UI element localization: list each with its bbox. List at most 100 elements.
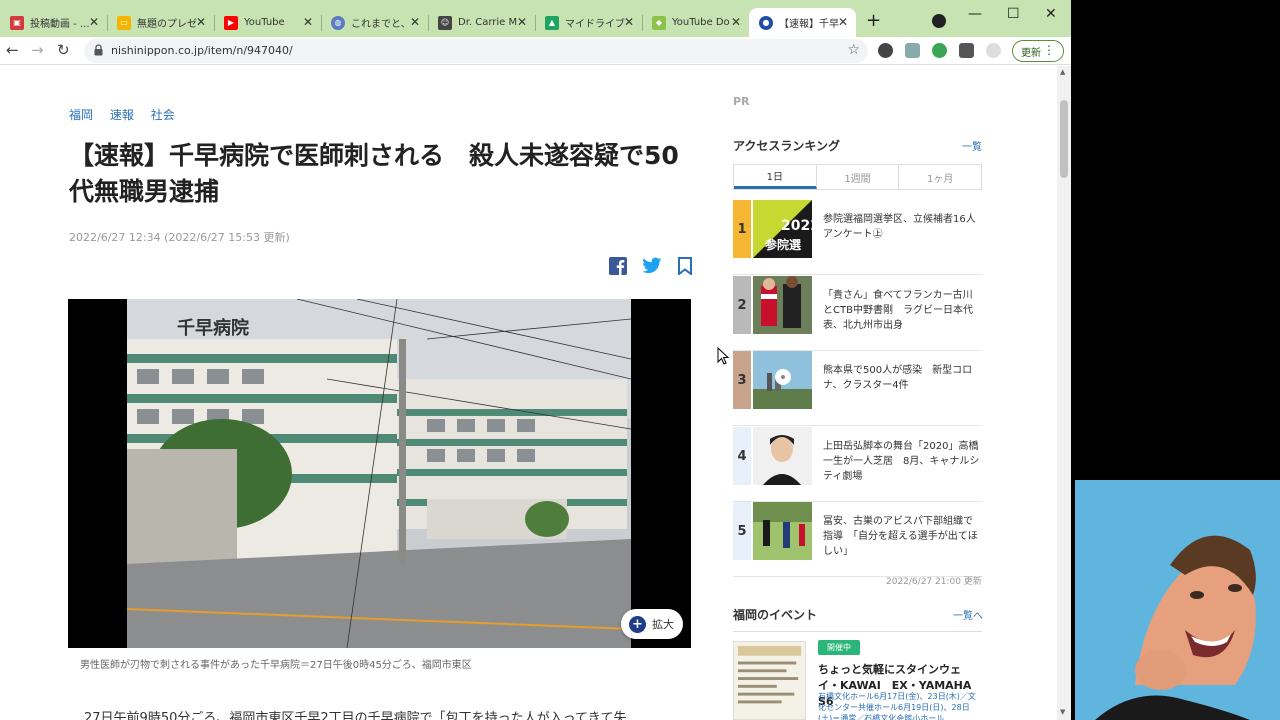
- close-icon[interactable]: ✕: [517, 15, 527, 29]
- tab-7[interactable]: ◆ YouTube Do ✕: [642, 8, 749, 37]
- lock-icon: [94, 44, 103, 56]
- tab-5[interactable]: ☺ Dr. Carrie M ✕: [428, 8, 535, 37]
- scroll-down-icon[interactable]: ▼: [1060, 708, 1065, 716]
- ranking-tab-day[interactable]: 1日: [734, 165, 817, 189]
- ranking-thumbnail: [753, 427, 812, 485]
- reload-icon[interactable]: ↻: [57, 41, 70, 59]
- slides-favicon-icon: ▭: [117, 15, 131, 30]
- rank-number: 3: [733, 351, 751, 409]
- ranking-item[interactable]: 2 「貴さん」食べてフランカー古川とCTB中野書剛 ラグビー日本代表、北九州市出…: [733, 276, 982, 351]
- ranking-item[interactable]: 5 冨安、古巣のアビスパ下部組織で指導 「自分を超える選手が出てほしい」: [733, 502, 982, 577]
- tab-2[interactable]: ▭ 無題のプレゼ ✕: [107, 8, 214, 37]
- close-icon[interactable]: ✕: [196, 15, 206, 29]
- article-photo[interactable]: 千早病院: [68, 299, 691, 648]
- close-icon[interactable]: ✕: [303, 15, 313, 29]
- scrollbar[interactable]: ▲ ▼: [1057, 66, 1071, 720]
- close-icon[interactable]: ✕: [731, 15, 741, 29]
- category-link[interactable]: 社会: [151, 108, 175, 122]
- back-icon[interactable]: ←: [6, 41, 19, 59]
- ranking-headline: 上田岳弘脚本の舞台「2020」高橋一生が一人芝居 8月、キャナルシティ劇場: [823, 441, 980, 482]
- event-thumbnail[interactable]: [733, 641, 806, 720]
- event-status-badge: 開催中: [818, 640, 860, 655]
- close-icon[interactable]: ✕: [838, 15, 848, 29]
- ranking-more-link[interactable]: 一覧: [962, 138, 982, 153]
- category-links: 福岡 速報 社会: [69, 106, 188, 123]
- scroll-up-icon[interactable]: ▲: [1060, 68, 1065, 76]
- update-label: 更新: [1021, 47, 1041, 59]
- avatar-favicon-icon: ☺: [438, 15, 452, 30]
- events-more-link[interactable]: 一覧へ: [953, 607, 983, 622]
- drive-favicon-icon: ▲: [545, 15, 559, 30]
- ranking-item[interactable]: 1 2022 参院選 参院選福岡選挙区、立候補者16人アンケート㊤: [733, 200, 982, 275]
- extension-1-icon[interactable]: [878, 43, 893, 58]
- ranking-item[interactable]: 3 熊本県で500人が感染 新型コロナ、クラスター4件: [733, 351, 982, 426]
- tab-4[interactable]: ◍ これまでと、そ ✕: [321, 8, 428, 37]
- maximize-icon[interactable]: ☐: [1007, 6, 1020, 22]
- address-bar[interactable]: nishinippon.co.jp/item/n/947040/ ☆: [84, 39, 868, 63]
- twitter-icon[interactable]: [642, 257, 662, 275]
- close-icon[interactable]: ✕: [89, 15, 99, 29]
- tab-1[interactable]: ▣ 投稿動画 - ... ✕: [0, 8, 107, 37]
- bookmark-star-icon[interactable]: ☆: [847, 42, 860, 58]
- tab-6[interactable]: ▲ マイドライブ - ✕: [535, 8, 642, 37]
- tab-label: 無題のプレゼ: [137, 19, 197, 30]
- tab-3[interactable]: ▶ YouTube ✕: [214, 8, 321, 37]
- article-headline: 【速報】千早病院で医師刺される 殺人未遂容疑で50代無職男逮捕: [69, 141, 679, 206]
- tab-label: これまでと、そ: [351, 19, 411, 30]
- rank-number: 2: [733, 276, 751, 334]
- ranking-headline: 熊本県で500人が感染 新型コロナ、クラスター4件: [823, 365, 973, 391]
- tab-label: 【速報】千早: [779, 19, 839, 30]
- facebook-icon[interactable]: [609, 257, 627, 275]
- ranking-thumbnail: [753, 502, 812, 560]
- rank-number: 4: [733, 427, 751, 485]
- profile-avatar-icon[interactable]: [986, 43, 1001, 58]
- browser-window: ▣ 投稿動画 - ... ✕ ▭ 無題のプレゼ ✕ ▶ YouTube ✕ ◍ …: [0, 0, 1071, 720]
- webcam-person-image: [1075, 480, 1280, 720]
- ranking-updated: 2022/6/27 21:00 更新: [886, 577, 982, 587]
- article-body: 27日午前9時50分ごろ、福岡市東区千早2丁目の千早病院で「包丁を持った人が入っ…: [84, 711, 627, 720]
- menu-dots-icon[interactable]: ⋮: [1043, 43, 1055, 57]
- zoom-button[interactable]: + 拡大: [621, 609, 683, 639]
- tab-8-active[interactable]: ● 【速報】千早 ✕: [749, 8, 856, 37]
- ranking-item[interactable]: 4 上田岳弘脚本の舞台「2020」高橋一生が一人芝居 8月、キャナルシティ劇場: [733, 427, 982, 502]
- tab-label: Dr. Carrie M: [458, 17, 518, 28]
- close-icon[interactable]: ✕: [624, 15, 634, 29]
- gem-favicon-icon: ◆: [652, 15, 666, 30]
- photo-caption: 男性医師が刃物で刺される事件があった千早病院＝27日午後0時45分ごろ、福岡市東…: [80, 660, 472, 671]
- close-icon[interactable]: ✕: [410, 15, 420, 29]
- tab-search-icon[interactable]: [932, 14, 946, 28]
- url-text: nishinippon.co.jp/item/n/947040/: [111, 44, 293, 57]
- browser-toolbar: ← → ↻ nishinippon.co.jp/item/n/947040/ ☆…: [0, 37, 1071, 65]
- tab-label: YouTube Do: [672, 17, 730, 28]
- category-link[interactable]: 福岡: [69, 108, 93, 122]
- page-content: 福岡 速報 社会 【速報】千早病院で医師刺される 殺人未遂容疑で50代無職男逮捕…: [0, 66, 1057, 720]
- ranking-tab-week[interactable]: 1週間: [817, 165, 900, 189]
- forward-icon[interactable]: →: [31, 41, 44, 59]
- zoom-label: 拡大: [652, 618, 674, 631]
- ranking-thumbnail: [753, 276, 812, 334]
- ranking-headline: 冨安、古巣のアビスパ下部組織で指導 「自分を超える選手が出てほしい」: [823, 516, 978, 557]
- minimize-icon[interactable]: —: [968, 6, 982, 22]
- webcam-overlay: [1075, 480, 1280, 720]
- update-button[interactable]: 更新 ⋮: [1012, 40, 1064, 62]
- svg-text:参院選: 参院選: [765, 237, 801, 252]
- tab-label: YouTube: [244, 17, 285, 28]
- rank-number: 1: [733, 200, 751, 258]
- extension-3-icon[interactable]: [932, 43, 947, 58]
- ranking-headline: 参院選福岡選挙区、立候補者16人アンケート㊤: [823, 214, 976, 240]
- new-tab-button[interactable]: +: [866, 10, 881, 31]
- globe-favicon-icon: ◍: [331, 15, 345, 30]
- window-close-icon[interactable]: ✕: [1045, 6, 1057, 22]
- puzzle-icon[interactable]: [959, 43, 974, 58]
- mouse-cursor-icon: [717, 347, 729, 365]
- ranking-headline: 「貴さん」食べてフランカー古川とCTB中野書剛 ラグビー日本代表、北九州市出身: [823, 290, 973, 331]
- bookmark-icon[interactable]: [677, 257, 693, 275]
- tab-label: マイドライブ -: [565, 19, 625, 30]
- category-link[interactable]: 速報: [110, 108, 134, 122]
- ranking-thumbnail: 2022 参院選: [753, 200, 812, 258]
- ranking-tab-month[interactable]: 1ヶ月: [899, 165, 981, 189]
- extension-2-icon[interactable]: [905, 43, 920, 58]
- youtube-favicon-icon: ▶: [224, 15, 238, 30]
- scrollbar-thumb[interactable]: [1060, 100, 1068, 178]
- hospital-photo: 千早病院: [127, 299, 631, 648]
